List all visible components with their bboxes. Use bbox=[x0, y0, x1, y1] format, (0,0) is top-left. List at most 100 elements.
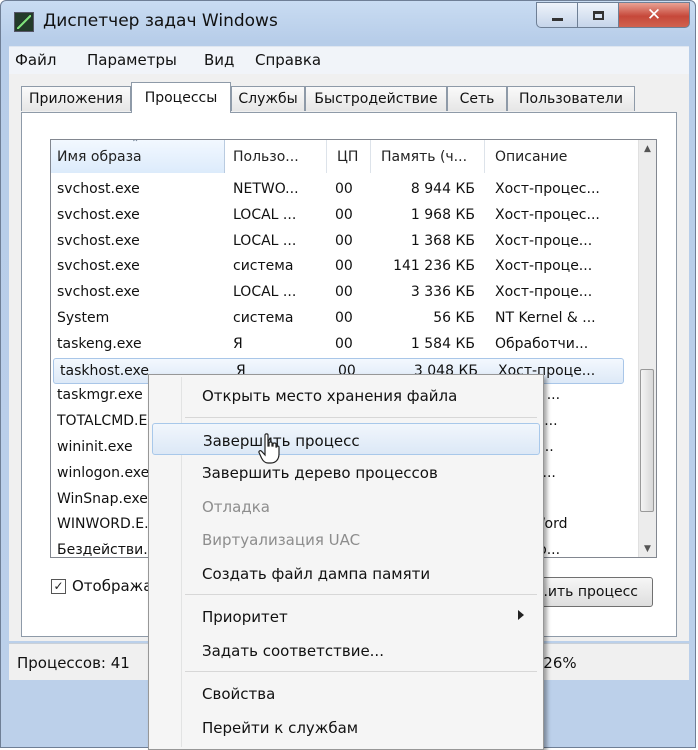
column-header-description[interactable]: Описание bbox=[489, 140, 629, 173]
cell-user: система bbox=[233, 258, 294, 275]
context-menu-item-label: Открыть место хранения файла bbox=[202, 387, 458, 405]
table-row[interactable]: taskeng.exe Я 00 1 584 КБ Обработчи... bbox=[51, 332, 631, 358]
context-menu-item-label: Приоритет bbox=[202, 608, 288, 626]
context-menu-item[interactable]: Перейти к службам bbox=[152, 711, 540, 743]
maximize-icon bbox=[592, 10, 604, 20]
context-menu-item-label: Задать соответствие... bbox=[202, 641, 384, 660]
cell-description: Обработчи... bbox=[495, 335, 589, 352]
cell-cpu: 00 bbox=[335, 206, 353, 223]
table-row[interactable]: svchost.exe система 00 141 236 КБ Хост-проце… bbox=[51, 254, 631, 280]
cell-user: LOCAL ... bbox=[233, 284, 297, 301]
column-header-user[interactable]: Пользо... bbox=[227, 140, 327, 173]
menu-file[interactable]: Файл bbox=[15, 51, 56, 69]
context-menu-item-label: Завершить дерево процессов bbox=[202, 464, 438, 482]
context-menu-item[interactable]: Завершить дерево процессов bbox=[152, 456, 540, 488]
cell-description: Хост-проце... bbox=[495, 232, 593, 249]
tab-users[interactable]: Пользователи bbox=[507, 86, 635, 111]
context-menu-item[interactable]: Открыть место хранения файла bbox=[152, 379, 540, 411]
table-row[interactable]: System система 00 56 КБ NT Kernel & ... bbox=[51, 306, 631, 332]
context-menu-item-label: Создать файл дампа памяти bbox=[202, 564, 431, 583]
context-menu-separator bbox=[185, 671, 537, 672]
context-menu-item[interactable]: Задать соответствие... bbox=[152, 634, 540, 666]
cell-user: LOCAL ... bbox=[233, 206, 297, 223]
context-menu-item: Отладка bbox=[152, 490, 540, 522]
context-menu-item[interactable]: Свойства bbox=[152, 677, 540, 709]
cell-memory: 56 КБ bbox=[433, 310, 475, 326]
cell-image-name: svchost.exe bbox=[57, 206, 140, 223]
cell-user: LOCAL ... bbox=[233, 232, 297, 249]
cell-image-name: svchost.exe bbox=[57, 258, 140, 275]
cell-description: Хост-процес... bbox=[495, 181, 600, 197]
process-context-menu: Открыть место хранения файла Завершить пр… bbox=[148, 374, 544, 750]
scroll-down-icon[interactable]: ▼ bbox=[639, 540, 656, 557]
title-bar[interactable]: Диспетчер задач Windows ✕ bbox=[1, 1, 695, 45]
table-row[interactable]: svchost.exe LOCAL ... 00 1 368 КБ Хост-проце… bbox=[51, 229, 631, 255]
scroll-up-icon[interactable]: ▲ bbox=[639, 140, 656, 157]
context-menu-item[interactable]: Создать файл дампа памяти bbox=[152, 557, 540, 589]
cell-memory: 1 968 КБ bbox=[410, 206, 475, 223]
cell-memory: 1 584 КБ bbox=[410, 335, 475, 352]
sort-ascending-icon: ⌃ bbox=[131, 140, 140, 149]
cell-memory: 141 236 КБ bbox=[393, 258, 475, 275]
context-menu-item[interactable]: Завершить процесс bbox=[152, 422, 540, 455]
cell-image-name: System bbox=[57, 310, 110, 326]
column-header-image-name[interactable]: ⌃ Имя образа bbox=[51, 140, 225, 173]
context-menu-item[interactable]: Приоритет bbox=[152, 600, 540, 632]
show-all-users-checkbox[interactable]: ✓ bbox=[51, 579, 66, 594]
cell-cpu: 00 bbox=[335, 310, 353, 326]
column-header-cpu[interactable]: ЦП bbox=[331, 140, 371, 173]
context-menu-item-label: Отладка bbox=[202, 497, 270, 516]
submenu-arrow-icon bbox=[518, 610, 524, 620]
column-header-memory[interactable]: Память (ч... bbox=[375, 140, 485, 173]
cell-description: Хост-проце... bbox=[495, 258, 593, 275]
cell-user: система bbox=[233, 310, 294, 326]
menu-options[interactable]: Параметры bbox=[87, 51, 177, 69]
minimize-icon bbox=[551, 17, 563, 21]
status-process-count: Процессов: 41 bbox=[17, 654, 130, 672]
cell-image-name: taskeng.exe bbox=[57, 335, 142, 352]
cell-memory: 3 336 КБ bbox=[410, 284, 475, 301]
cell-image-name: svchost.exe bbox=[57, 181, 140, 197]
task-manager-app-icon bbox=[14, 12, 34, 32]
context-menu-item-label: Завершить процесс bbox=[203, 431, 360, 450]
menu-help[interactable]: Справка bbox=[255, 51, 321, 69]
scroll-thumb[interactable] bbox=[640, 369, 654, 512]
context-menu-separator bbox=[185, 416, 537, 418]
menu-bar: Файл Параметры Вид Справка bbox=[9, 46, 689, 75]
maximize-button[interactable] bbox=[577, 2, 619, 28]
table-row[interactable]: svchost.exe LOCAL ... 00 3 336 КБ Хост-проце… bbox=[51, 280, 631, 306]
cell-memory: 8 944 КБ bbox=[410, 181, 475, 197]
menu-view[interactable]: Вид bbox=[204, 51, 234, 69]
cell-cpu: 00 bbox=[335, 181, 353, 197]
tab-applications[interactable]: Приложения bbox=[21, 86, 131, 111]
context-menu-item-label: Свойства bbox=[202, 685, 276, 703]
cell-cpu: 00 bbox=[335, 335, 353, 352]
table-row[interactable]: svchost.exe NETWO... 00 8 944 КБ Хост-процес… bbox=[51, 177, 631, 203]
cell-image-name: svchost.exe bbox=[57, 232, 140, 249]
cell-user: NETWO... bbox=[233, 181, 299, 197]
hand-pointer-cursor-icon bbox=[258, 433, 280, 464]
cell-description: NT Kernel & ... bbox=[495, 310, 596, 326]
cell-description: Хост-процес... bbox=[495, 206, 600, 223]
close-button[interactable]: ✕ bbox=[618, 2, 690, 28]
cell-user: Я bbox=[233, 335, 243, 352]
cell-description: Хост-проце... bbox=[495, 284, 593, 301]
context-menu-item: Виртуализация UAC bbox=[152, 523, 540, 555]
context-menu-item-label: Перейти к службам bbox=[202, 718, 359, 737]
vertical-scrollbar[interactable]: ▲ ▼ bbox=[638, 140, 656, 557]
table-row[interactable]: svchost.exe LOCAL ... 00 1 968 КБ Хост-проце… bbox=[51, 203, 631, 229]
close-icon: ✕ bbox=[646, 5, 662, 25]
tab-services[interactable]: Службы bbox=[231, 86, 305, 111]
tab-processes[interactable]: Процессы bbox=[131, 82, 231, 113]
cell-cpu: 00 bbox=[335, 284, 353, 301]
tab-performance[interactable]: Быстродействие bbox=[305, 86, 447, 111]
cell-memory: 1 368 КБ bbox=[410, 232, 475, 249]
minimize-button[interactable] bbox=[536, 2, 578, 28]
cell-image-name: svchost.exe bbox=[57, 284, 140, 301]
cell-cpu: 00 bbox=[335, 258, 353, 275]
cell-cpu: 00 bbox=[335, 232, 353, 249]
context-menu-item-label: Виртуализация UAC bbox=[202, 531, 361, 549]
context-menu-separator bbox=[185, 594, 537, 595]
tab-network[interactable]: Сеть bbox=[447, 86, 507, 111]
window-title: Диспетчер задач Windows bbox=[43, 11, 278, 31]
